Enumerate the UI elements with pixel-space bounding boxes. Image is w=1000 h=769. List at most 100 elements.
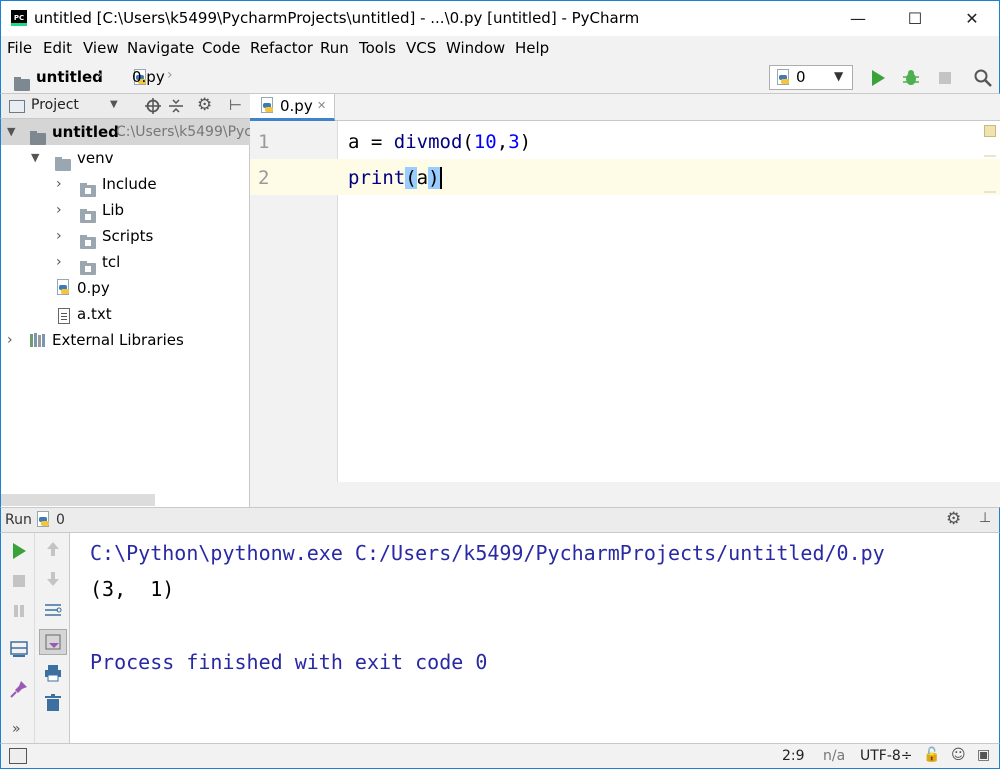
layout-icon[interactable] [9,639,29,659]
menu-edit[interactable]: Edit [43,39,72,57]
run-config-tab[interactable]: 0 [56,512,65,528]
tree-item-venv[interactable]: ▼ venv [1,145,250,171]
tree-item-label: tcl [102,253,121,271]
run-icon[interactable] [868,68,888,88]
menu-bar: File Edit View Navigate Code Refactor Ru… [0,36,1000,62]
menu-refactor[interactable]: Refactor [250,39,313,57]
inspector-icon[interactable]: ☺ [951,747,966,763]
tree-item-external-libraries[interactable]: › External Libraries [1,327,250,353]
locate-icon[interactable] [145,98,161,114]
menu-run[interactable]: Run [320,39,349,57]
gear-icon[interactable]: ⚙ [197,95,212,115]
tree-item-0py[interactable]: 0.py [1,275,250,301]
folder-icon [55,157,71,171]
search-icon[interactable] [973,68,993,88]
run-toolbar-secondary [35,533,70,743]
scroll-to-end-toggle[interactable] [39,629,67,655]
file-encoding[interactable]: UTF-8÷ [860,748,913,764]
menu-help[interactable]: Help [515,39,549,57]
code-token: 3 [508,131,520,153]
menu-navigate[interactable]: Navigate [127,39,194,57]
tree-item-include[interactable]: › Include [1,171,250,197]
pin-icon[interactable] [9,679,29,699]
tree-item-label: a.txt [77,305,112,323]
code-editor[interactable]: a = divmod(10,3) print(a) [338,121,1000,482]
code-token: ) [428,167,442,189]
hide-panel-icon[interactable]: ⊥ [979,510,991,526]
stop-icon[interactable] [9,571,29,591]
project-view-icon [9,100,25,113]
chevron-right-icon[interactable]: › [56,171,62,197]
pause-icon[interactable] [9,601,29,621]
tree-root-untitled[interactable]: ▼ untitled C:\Users\k5499\Pyc [1,119,252,145]
breadcrumb-separator-icon: › [167,67,173,83]
chevron-right-icon[interactable]: › [56,223,62,249]
project-view-title[interactable]: Project [31,97,79,113]
menu-vcs[interactable]: VCS [406,39,436,57]
trash-icon[interactable] [43,693,63,713]
editor-bottom-area [250,482,1000,507]
rerun-icon[interactable] [9,541,29,561]
breadcrumb-file[interactable]: 0.py [132,68,165,86]
print-icon[interactable] [43,663,63,683]
run-config-selector[interactable]: 0 ▼ [769,65,853,90]
chevron-down-icon[interactable]: ▼ [110,99,118,110]
soft-wrap-icon[interactable] [43,600,63,620]
code-token: 10 [473,131,497,153]
code-token: a = [348,131,394,153]
code-line-2: print(a) [348,167,442,189]
stop-icon[interactable] [935,68,955,88]
tree-item-tcl[interactable]: › tcl [1,249,250,275]
tool-windows-icon[interactable] [9,748,27,764]
tree-item-scripts[interactable]: › Scripts [1,223,250,249]
menu-file[interactable]: File [7,39,32,57]
more-icon[interactable]: » [12,721,21,737]
maximize-button[interactable]: ☐ [886,1,944,37]
line-number: 1 [258,131,270,153]
menu-view[interactable]: View [83,39,119,57]
root-folder-name: untitled [52,123,119,141]
breadcrumb-project[interactable]: untitled [36,68,103,86]
arrow-down-icon[interactable] [43,569,63,589]
run-config-name: 0 [796,68,806,86]
close-icon[interactable]: ✕ [317,99,326,112]
tree-item-lib[interactable]: › Lib [1,197,250,223]
gear-icon[interactable]: ⚙ [946,509,961,529]
chevron-down-icon[interactable]: ▼ [7,119,15,145]
scroll-marker [984,155,996,157]
tab-0py[interactable]: 0.py ✕ [250,94,335,121]
debug-icon[interactable] [901,68,921,88]
console-line: Process finished with exit code 0 [90,650,488,674]
code-token: divmod [393,131,463,153]
hide-panel-icon[interactable]: ⊢ [229,96,242,114]
menu-tools[interactable]: Tools [359,39,396,57]
cursor-position[interactable]: 2:9 [782,748,805,764]
event-log-icon[interactable]: ▣ [977,747,990,763]
run-console[interactable]: C:\Python\pythonw.exe C:/Users/k5499/Pyc… [70,533,1000,743]
menu-code[interactable]: Code [202,39,240,57]
lock-icon[interactable]: 🔓 [923,747,940,763]
python-file-icon [55,279,71,297]
python-file-icon [775,69,791,87]
chevron-right-icon[interactable]: › [56,249,62,275]
folder-icon [30,131,46,145]
scroll-to-end-icon [45,634,61,650]
collapse-all-icon[interactable] [168,98,184,114]
chevron-down-icon[interactable]: ▼ [31,145,39,171]
tree-item-atxt[interactable]: a.txt [1,301,250,327]
tree-item-label: 0.py [77,279,110,297]
folder-icon [80,183,96,197]
arrow-up-icon[interactable] [43,539,63,559]
project-horizontal-scrollbar[interactable] [1,494,155,506]
line-separator[interactable]: n/a [823,748,845,764]
title-bar: PC untitled [C:\Users\k5499\PycharmProje… [0,0,1000,36]
run-panel-label[interactable]: Run [5,512,32,528]
chevron-right-icon[interactable]: › [56,197,62,223]
close-button[interactable]: ✕ [943,1,1000,37]
code-token: a [416,167,429,189]
menu-window[interactable]: Window [446,39,505,57]
minimize-button[interactable]: — [829,1,887,37]
chevron-right-icon[interactable]: › [7,327,13,353]
inspection-marker-icon[interactable] [984,125,996,137]
folder-icon [80,235,96,249]
